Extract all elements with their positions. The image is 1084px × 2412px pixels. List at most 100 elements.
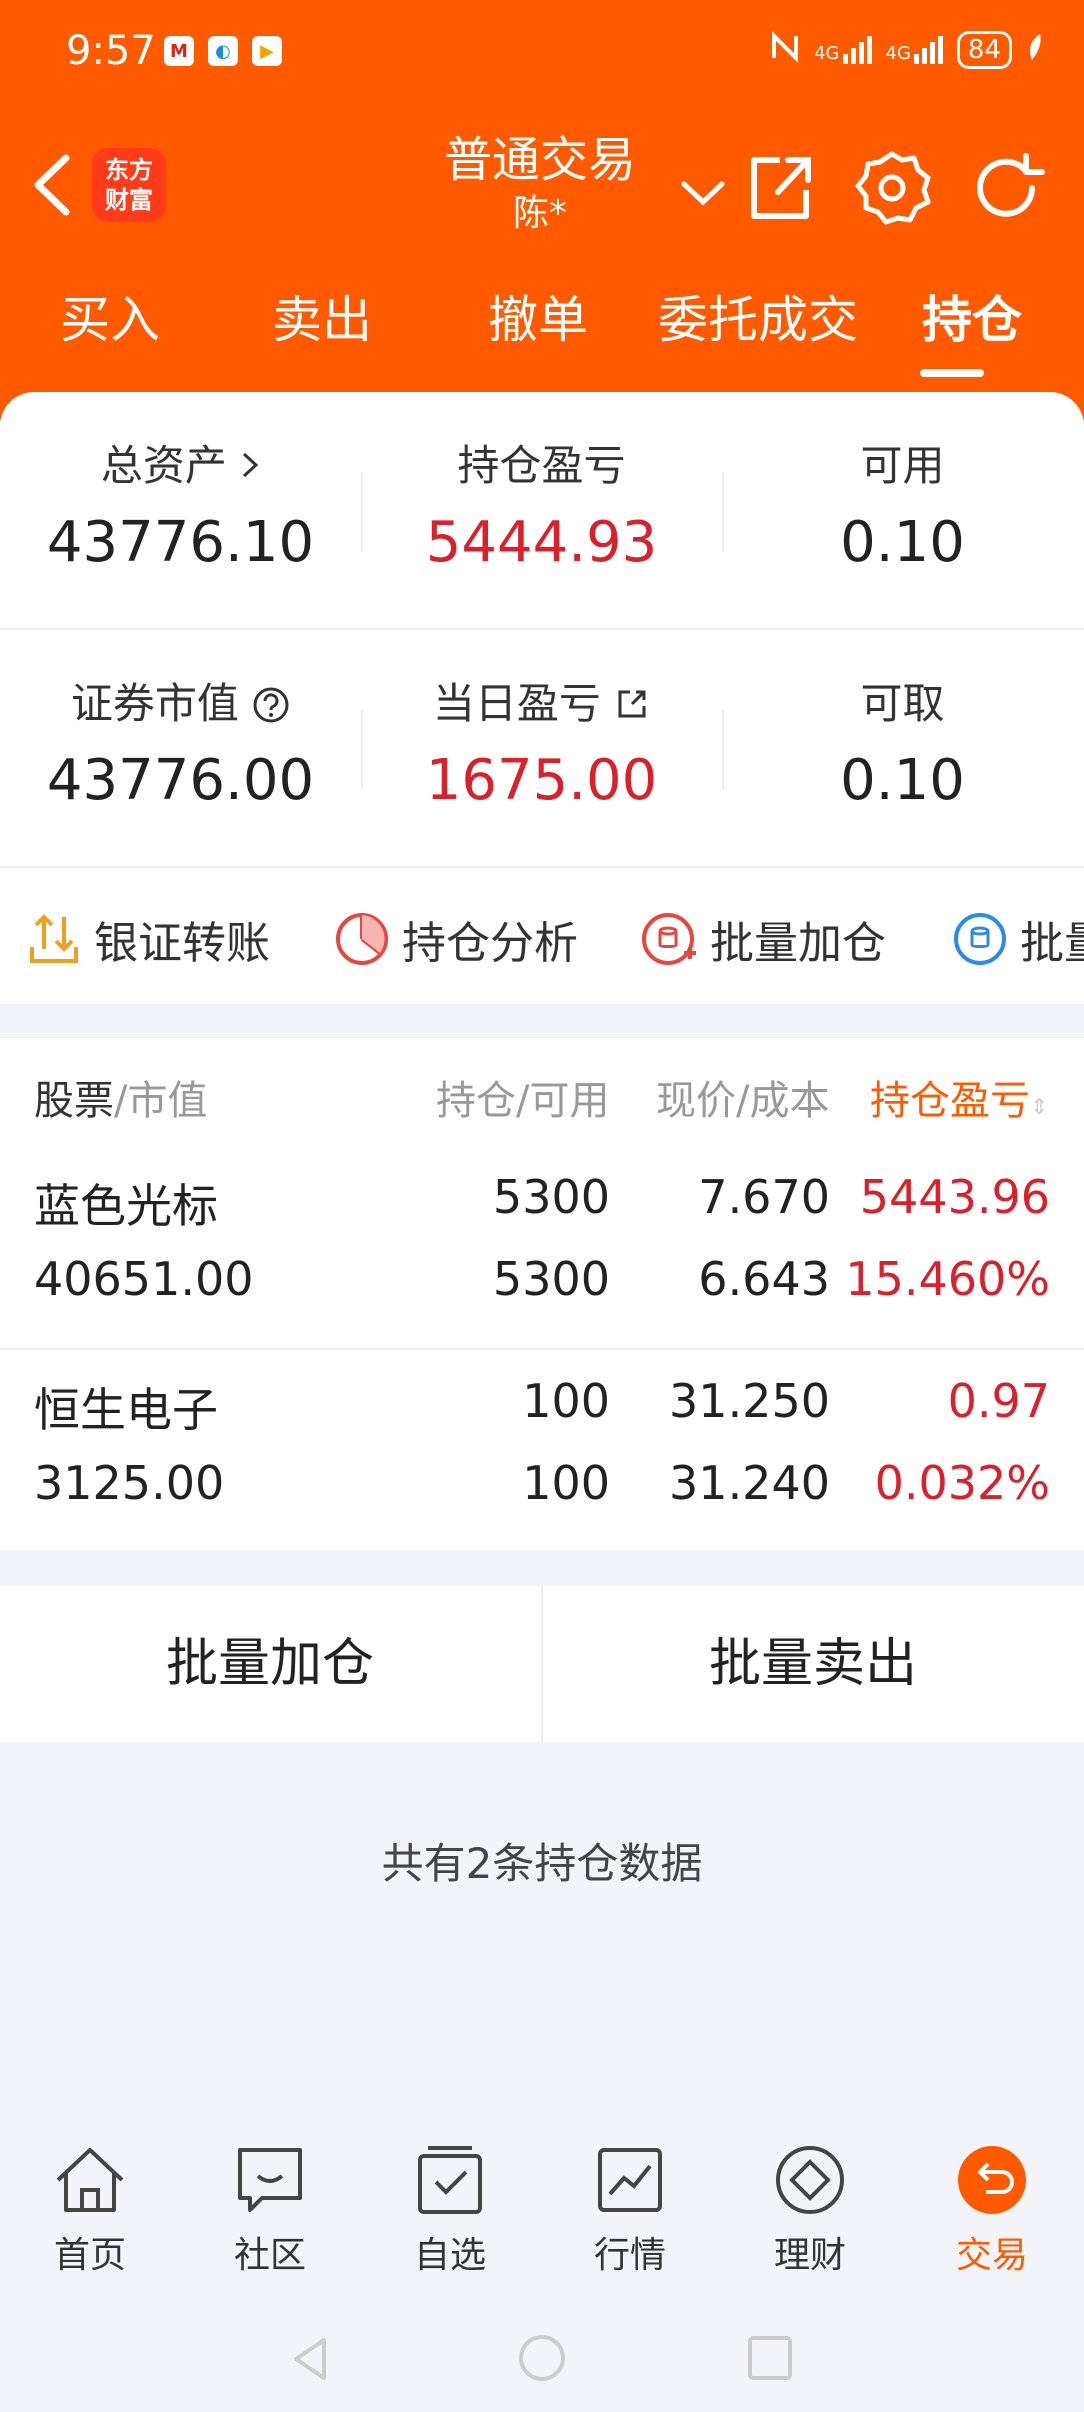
nav-home-label: 首页: [53, 2235, 126, 2276]
chevron-right-icon: [227, 441, 260, 490]
active-tab-indicator: [920, 369, 984, 377]
total-assets[interactable]: 总资产 43776.10: [0, 392, 361, 628]
system-recents-icon[interactable]: [746, 2334, 794, 2382]
video-notification-icon: ▶: [252, 36, 282, 66]
withdrawable-value: 0.10: [840, 748, 965, 813]
sort-icon: ⇕: [1030, 1095, 1049, 1120]
tab-cancel[interactable]: 撤单: [478, 285, 598, 355]
header: 9:57 M ◐ ▶ 4G 4G 84 东方 财富 普通交易 陈* 买入 卖出 …: [0, 0, 1084, 420]
col-pl-header[interactable]: 持仓盈亏⇕: [870, 1068, 1048, 1126]
account-name: 陈*: [512, 193, 567, 234]
stock-name: 蓝色光标: [34, 1179, 218, 1233]
batch-sell-button[interactable]: 批量卖出: [543, 1586, 1083, 1742]
system-back-icon[interactable]: [286, 2334, 336, 2384]
withdrawable-funds: 可取 0.10: [722, 630, 1083, 866]
gear-icon[interactable]: [852, 148, 932, 228]
table-row[interactable]: 蓝色光标 40651.00 5300 5300 7.670 6.643 5443…: [0, 1140, 1084, 1340]
market-value-value: 43776.00: [46, 748, 315, 813]
coin-icon: [954, 913, 1006, 965]
stock-price: 31.250: [669, 1374, 830, 1428]
stock-name: 恒生电子: [34, 1383, 218, 1437]
positions-count: 共有2条持仓数据: [381, 1839, 703, 1888]
stock-available: 5300: [492, 1252, 610, 1306]
chevron-down-icon[interactable]: [678, 172, 728, 212]
position-analysis-button[interactable]: 持仓分析: [332, 904, 578, 974]
nav-market[interactable]: 行情: [560, 2142, 700, 2278]
daily-pl[interactable]: 当日盈亏 1675.00: [361, 630, 722, 866]
tab-positions[interactable]: 持仓: [912, 285, 1032, 355]
market-value-label: 证券市值: [0, 670, 361, 731]
browser-notification-icon: ◐: [208, 36, 238, 66]
top-bar: 东方 财富 普通交易 陈*: [0, 130, 1084, 250]
batch-tool-button[interactable]: 批量: [950, 904, 1084, 974]
status-time: 9:57: [66, 28, 156, 74]
position-pl-value: 5444.93: [425, 510, 658, 575]
battery-indicator: 84: [956, 31, 1012, 69]
available-value: 0.10: [840, 510, 965, 575]
available-funds: 可用 0.10: [722, 392, 1083, 628]
diamond-icon: [776, 2146, 844, 2214]
nfc-icon: [770, 30, 800, 70]
app-logo: 东方 财富: [92, 148, 166, 222]
stock-cost: 31.240: [669, 1456, 830, 1510]
signal-icon-1: 4G: [814, 36, 872, 64]
back-icon[interactable]: [26, 150, 80, 220]
system-home-icon[interactable]: [516, 2332, 568, 2384]
status-bar: 9:57 M ◐ ▶ 4G 4G 84: [0, 0, 1084, 110]
watchlist-icon: [418, 2146, 482, 2214]
help-icon[interactable]: [252, 679, 290, 728]
stock-pl-pct: 15.460%: [845, 1252, 1050, 1306]
batch-add-tool-label: 批量加仓: [710, 918, 886, 969]
page-title[interactable]: 普通交易 陈*: [390, 130, 690, 238]
daily-pl-label: 当日盈亏: [361, 670, 722, 731]
tab-buy[interactable]: 买入: [50, 285, 170, 355]
transfer-icon: [30, 914, 78, 963]
app-notification-icon: M: [164, 36, 194, 66]
tools-row: 银证转账 持仓分析 批量加仓 批量: [0, 866, 1084, 1004]
holdings-table: 股票/市值 持仓/可用 现价/成本 持仓盈亏⇕ 蓝色光标 40651.00 53…: [0, 1038, 1084, 1550]
stock-available: 100: [522, 1456, 610, 1510]
home-icon: [56, 2148, 124, 2212]
share-icon[interactable]: [740, 148, 820, 228]
tab-sell[interactable]: 卖出: [262, 285, 382, 355]
batch-add-tool-button[interactable]: 批量加仓: [640, 904, 886, 974]
nav-community[interactable]: 社区: [200, 2142, 340, 2278]
bottom-nav: 首页 社区 自选 行情 理财 交易: [0, 2114, 1084, 2294]
chat-icon: [238, 2148, 302, 2212]
refresh-icon[interactable]: [966, 148, 1046, 228]
col-position-header: 持仓/可用: [436, 1078, 610, 1124]
bank-transfer-button[interactable]: 银证转账: [24, 904, 270, 974]
nav-trade[interactable]: 交易: [922, 2142, 1062, 2278]
batch-tool-label: 批量: [1020, 918, 1084, 969]
trade-tabs: 买入 卖出 撤单 委托成交 持仓: [0, 285, 1084, 385]
batch-add-button[interactable]: 批量加仓: [0, 1586, 540, 1742]
nav-wealth[interactable]: 理财: [740, 2142, 880, 2278]
status-right: 4G 4G 84: [770, 30, 1044, 70]
col-price-header: 现价/成本: [656, 1078, 830, 1124]
tab-orders[interactable]: 委托成交: [646, 285, 870, 355]
nav-wealth-label: 理财: [773, 2235, 846, 2276]
table-row[interactable]: 恒生电子 3125.00 100 100 31.250 31.240 0.97 …: [0, 1344, 1084, 1544]
stock-market-value: 3125.00: [34, 1456, 225, 1510]
leaf-icon: [1026, 32, 1044, 68]
withdrawable-label: 可取: [860, 679, 945, 728]
pie-chart-icon: [336, 913, 388, 965]
batch-actions: 批量加仓 批量卖出: [0, 1586, 1084, 1742]
external-link-icon: [614, 679, 650, 728]
system-nav-bar: [0, 2294, 1084, 2412]
nav-home[interactable]: 首页: [20, 2142, 160, 2278]
nav-watchlist[interactable]: 自选: [380, 2142, 520, 2278]
signal-icon-2: 4G: [886, 36, 943, 64]
stock-pl: 5443.96: [859, 1170, 1050, 1224]
col-stock-header: 股票/市值: [34, 1078, 208, 1124]
daily-pl-value: 1675.00: [425, 748, 658, 813]
stock-market-value: 40651.00: [34, 1252, 254, 1306]
nav-watchlist-label: 自选: [413, 2235, 486, 2276]
summary-row-1: 总资产 43776.10 持仓盈亏 5444.93 可用 0.10: [0, 392, 1084, 628]
summary-row-2: 证券市值 43776.00 当日盈亏 1675.00 可取 0.10: [0, 630, 1084, 866]
title-text: 普通交易: [443, 132, 636, 188]
trade-icon: [958, 2146, 1026, 2214]
stock-position: 5300: [492, 1170, 610, 1224]
total-assets-value: 43776.10: [46, 510, 315, 575]
nav-market-label: 行情: [593, 2235, 666, 2276]
